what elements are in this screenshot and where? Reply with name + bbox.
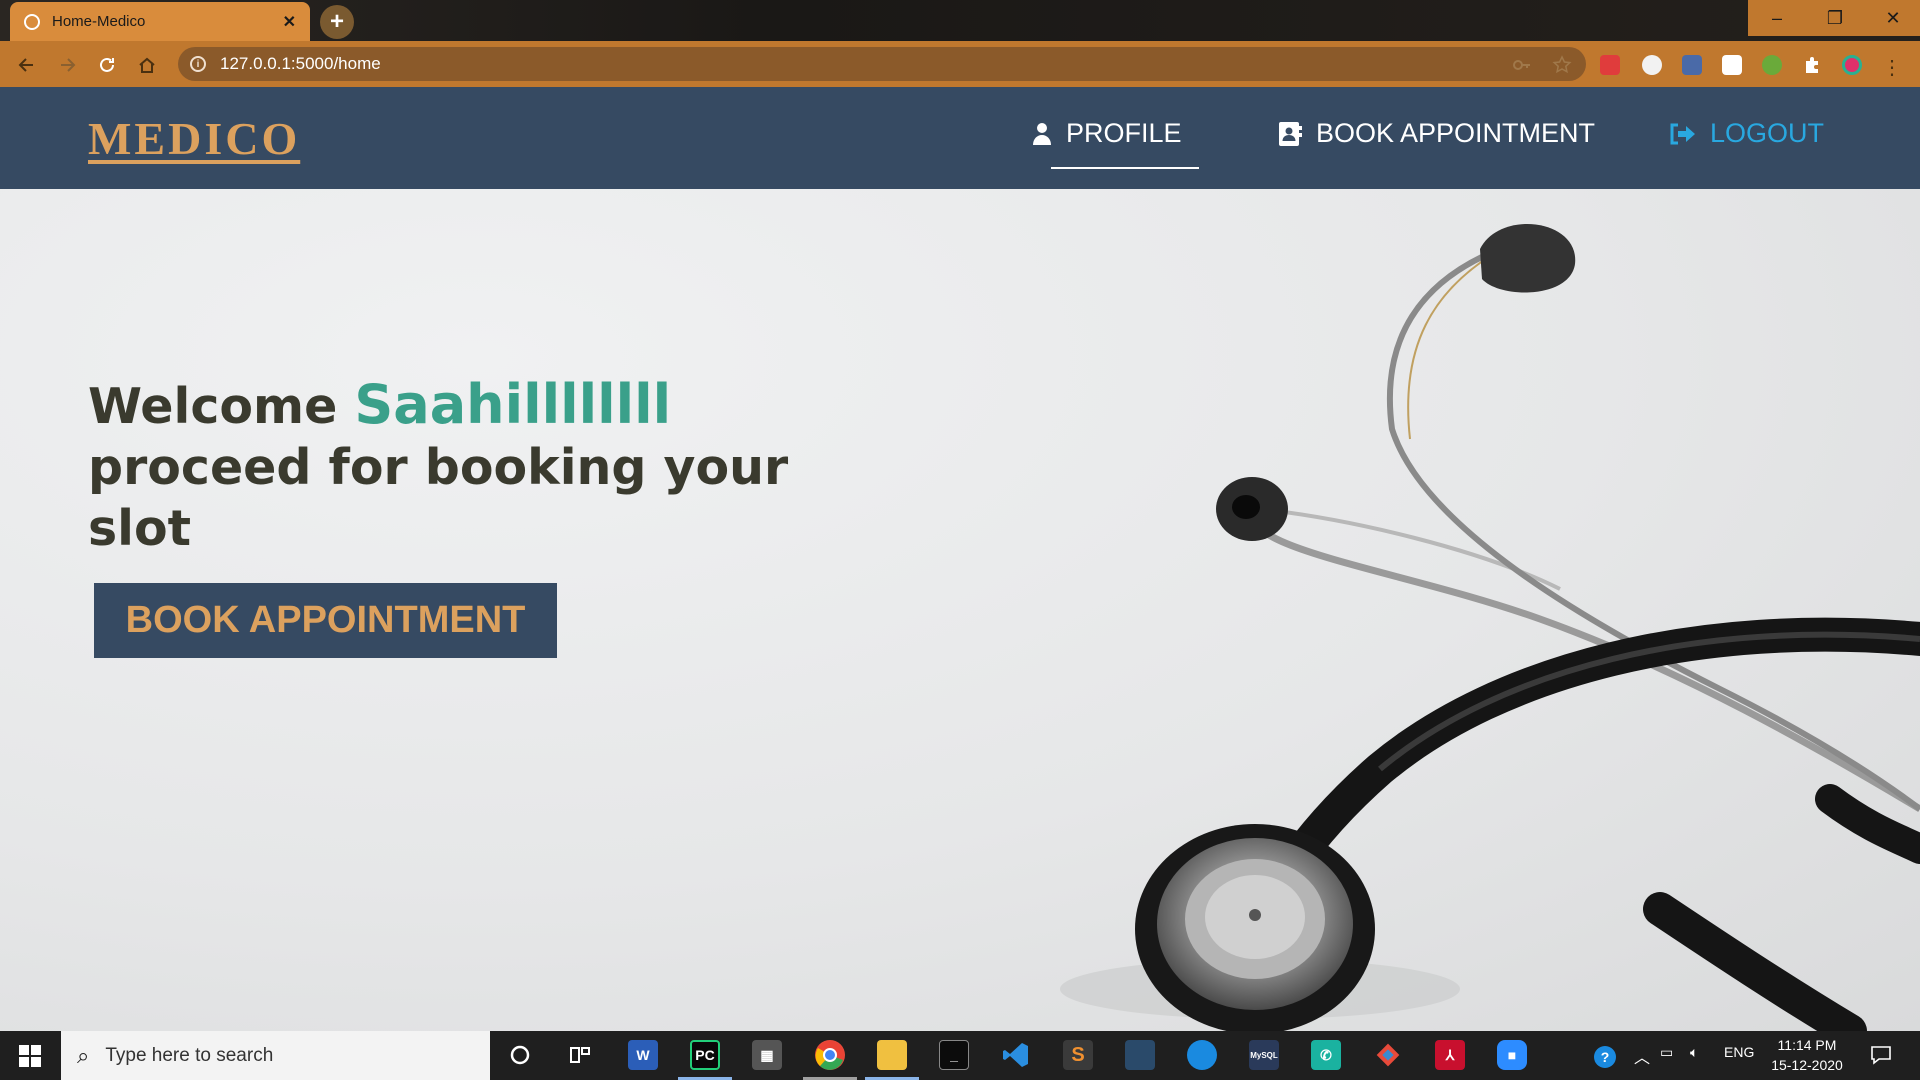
green-extension-icon[interactable] (1762, 55, 1782, 75)
brand-logo[interactable]: MEDICO (88, 112, 300, 165)
acrobat-icon[interactable]: ⅄ (1435, 1040, 1465, 1070)
menu-kebab-icon[interactable]: ⋮ (1882, 55, 1902, 79)
close-window-button[interactable]: ✕ (1864, 0, 1920, 36)
speaker-icon[interactable]: 🔈︎ (1690, 1044, 1698, 1061)
chevron-up-icon[interactable]: ︿ (1634, 1044, 1650, 1068)
taskbar-search-box[interactable]: ⌕ Type here to search (61, 1031, 490, 1080)
mysql-workbench-icon[interactable] (1125, 1040, 1155, 1070)
nav-logout-label: LOGOUT (1710, 118, 1825, 148)
chrome-icon[interactable] (815, 1040, 845, 1070)
contact-book-icon (1278, 121, 1302, 147)
help-icon[interactable]: ? (1592, 1044, 1618, 1073)
star-icon[interactable] (1552, 55, 1572, 75)
browser-tab-home-medico[interactable]: Home-Medico ✕ (10, 2, 310, 41)
user-icon (1032, 122, 1052, 146)
new-tab-button[interactable]: + (320, 5, 354, 39)
key-icon[interactable] (1512, 55, 1532, 75)
calculator-icon[interactable]: ▦ (752, 1040, 782, 1070)
home-icon[interactable] (134, 52, 160, 78)
user-name: Saahillllllll (354, 373, 672, 436)
logout-icon (1668, 122, 1696, 146)
edge-icon[interactable] (1187, 1040, 1217, 1070)
clock-time: 11:14 PM (1777, 1037, 1837, 1053)
svg-text:?: ? (1601, 1049, 1610, 1065)
taskbar-clock[interactable]: 11:14 PM 15-12-2020 (1760, 1035, 1854, 1075)
git-icon[interactable] (1373, 1040, 1403, 1070)
shield-extension-icon[interactable] (1600, 55, 1620, 75)
notification-icon[interactable] (1870, 1044, 1892, 1069)
battery-icon[interactable]: ▭ (1660, 1044, 1673, 1061)
welcome-heading: Welcome Saahillllllll proceed for bookin… (88, 374, 848, 559)
minimize-button[interactable]: – (1748, 0, 1806, 36)
task-view-icon[interactable] (565, 1040, 595, 1070)
flag-extension-icon[interactable] (1722, 55, 1742, 75)
language-indicator[interactable]: ENG (1724, 1044, 1754, 1060)
site-info-icon[interactable]: i (190, 56, 206, 72)
active-nav-indicator (1051, 167, 1199, 169)
pycharm-icon[interactable]: PC (690, 1040, 720, 1070)
vscode-icon[interactable] (1001, 1040, 1031, 1070)
cortana-icon[interactable] (505, 1040, 535, 1070)
translate-extension-icon[interactable] (1682, 55, 1702, 75)
tab-close-icon[interactable]: ✕ (283, 12, 296, 32)
welcome-prefix: Welcome (88, 378, 355, 435)
sublime-text-icon[interactable]: S (1063, 1040, 1093, 1070)
reload-icon[interactable] (94, 52, 120, 78)
back-arrow-icon[interactable] (14, 52, 40, 78)
forward-arrow-icon[interactable] (54, 52, 80, 78)
terminal-icon[interactable]: _ (939, 1040, 969, 1070)
url-text: 127.0.0.1:5000/home (220, 54, 381, 73)
restore-button[interactable]: ❐ (1806, 0, 1864, 36)
zoom-icon[interactable]: ■ (1497, 1040, 1527, 1070)
clock-date: 15-12-2020 (1771, 1057, 1843, 1073)
word-icon[interactable]: W (628, 1040, 658, 1070)
nav-logout-link[interactable]: LOGOUT (1668, 118, 1824, 149)
welcome-subtitle: proceed for booking your slot (88, 439, 789, 557)
file-explorer-icon[interactable] (877, 1040, 907, 1070)
mysql-icon[interactable]: MySQL (1249, 1040, 1279, 1070)
nav-book-appointment-link[interactable]: BOOK APPOINTMENT (1278, 118, 1595, 149)
book-appointment-button[interactable]: BOOK APPOINTMENT (94, 583, 557, 658)
nav-profile-label: PROFILE (1066, 118, 1182, 148)
whatsapp-icon[interactable]: ✆ (1311, 1040, 1341, 1070)
globe-icon (24, 13, 40, 30)
capsule-extension-icon[interactable] (1642, 55, 1662, 75)
profile-avatar[interactable] (1842, 55, 1862, 75)
nav-book-appointment-label: BOOK APPOINTMENT (1316, 118, 1596, 148)
search-icon: ⌕ (77, 1042, 90, 1068)
puzzle-icon[interactable] (1802, 55, 1822, 75)
taskbar-search-placeholder: Type here to search (105, 1044, 274, 1066)
nav-profile-link[interactable]: PROFILE (1032, 118, 1182, 149)
tab-title: Home-Medico (52, 13, 146, 30)
address-bar[interactable]: i 127.0.0.1:5000/home (178, 47, 1586, 81)
windows-start-icon[interactable] (0, 1031, 60, 1080)
